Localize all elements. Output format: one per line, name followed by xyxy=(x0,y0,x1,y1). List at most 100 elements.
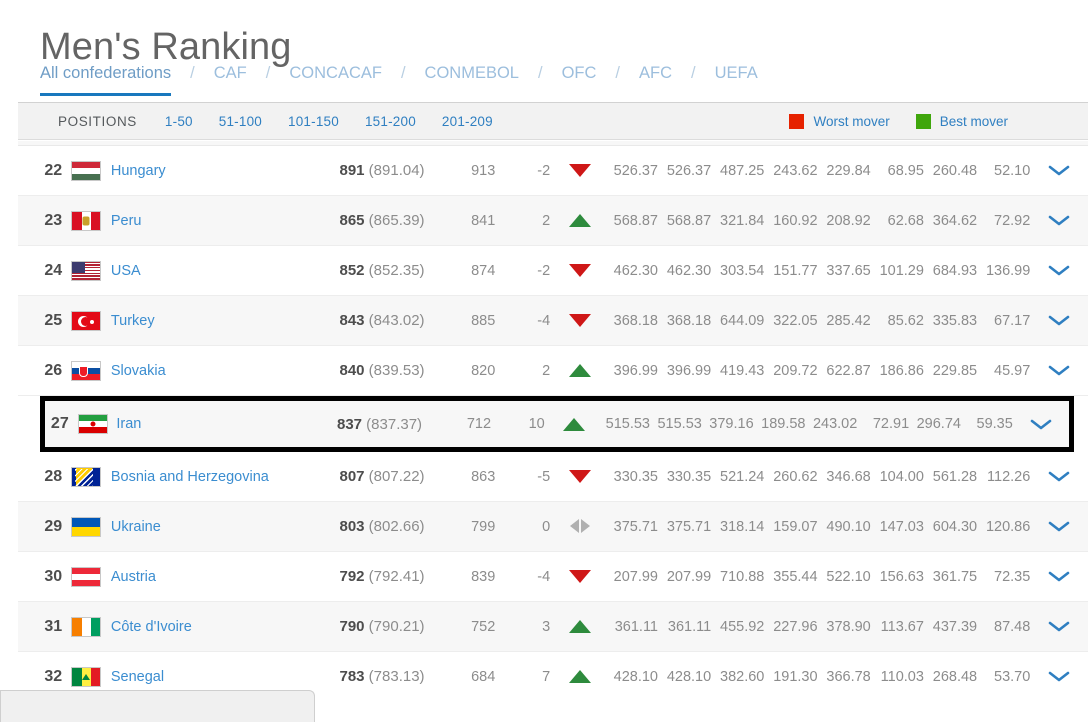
rank-cell: 28 xyxy=(44,467,63,485)
value-cell-6: 147.03 xyxy=(879,518,924,535)
expand-row-button[interactable] xyxy=(1030,470,1088,483)
positions-range-151-200[interactable]: 151-200 xyxy=(365,114,416,129)
chevron-down-icon[interactable] xyxy=(1048,470,1070,483)
previous-points-cell: 799 xyxy=(471,518,496,535)
value-cell-6: 101.29 xyxy=(879,262,924,279)
chevron-down-icon[interactable] xyxy=(1048,214,1070,227)
iran-flag xyxy=(77,414,108,434)
team-name-link[interactable]: Slovakia xyxy=(111,363,291,379)
confederation-tab-caf[interactable]: CAF xyxy=(214,62,247,96)
positions-range-51-100[interactable]: 51-100 xyxy=(219,114,262,129)
chevron-down-icon[interactable] xyxy=(1048,164,1070,177)
table-row[interactable]: 28 Bosnia and Herzegovina 807 (807.22) 863-… xyxy=(18,452,1088,502)
table-row[interactable]: 24 USA 852 (852.35) 874 -2 462.30 462.30 303.54… xyxy=(18,246,1088,296)
expand-row-button[interactable] xyxy=(1030,570,1088,583)
expand-row-button[interactable] xyxy=(1030,520,1088,533)
chevron-down-icon[interactable] xyxy=(1048,620,1070,633)
table-row[interactable]: 25 Turkey 843 (843.02) 885 -4 368.18 368.18 644… xyxy=(18,296,1088,346)
team-name-link[interactable]: USA xyxy=(111,263,291,279)
usa-canton xyxy=(72,261,86,273)
chevron-down-icon[interactable] xyxy=(1048,264,1070,277)
chevron-down-icon[interactable] xyxy=(1048,670,1070,683)
positions-range-1-50[interactable]: 1-50 xyxy=(165,114,193,129)
points-value: 807 xyxy=(339,468,365,485)
team-name-link[interactable]: Senegal xyxy=(111,669,291,685)
value-cell-3: 382.60 xyxy=(720,668,765,685)
value-cell-6: 110.03 xyxy=(880,668,924,685)
rank-change-cell: -4 xyxy=(537,568,551,585)
points-value: 790 xyxy=(339,618,365,635)
flag-cell xyxy=(71,210,111,231)
expand-row-button[interactable] xyxy=(1030,670,1088,683)
confederation-tab-afc[interactable]: AFC xyxy=(639,62,672,96)
team-name-link[interactable]: Ukraine xyxy=(111,519,291,535)
positions-range-101-150[interactable]: 101-150 xyxy=(288,114,339,129)
value-cell-7: 335.83 xyxy=(932,312,978,329)
rank-change-cell: 2 xyxy=(542,212,551,229)
table-row[interactable]: 27 Iran 837 (837.37) 712 10 515.53 515.53 379.1… xyxy=(40,396,1074,452)
value-cell-5: 208.92 xyxy=(826,212,871,229)
team-name-link[interactable]: Côte d'Ivoire xyxy=(111,619,291,635)
previous-points-cell: 885 xyxy=(471,312,496,329)
confederation-tab-conmebol[interactable]: CONMEBOL xyxy=(425,62,519,96)
flag-cell xyxy=(71,466,111,487)
value-cell-2: 428.10 xyxy=(666,668,712,685)
confederation-tab-all-confederations[interactable]: All confederations xyxy=(40,62,172,96)
usa-flag xyxy=(71,260,102,281)
chevron-down-icon[interactable] xyxy=(1048,364,1070,377)
points-value: 843 xyxy=(339,312,365,329)
confederation-tab-concacaf[interactable]: CONCACAF xyxy=(289,62,382,96)
points-exact-value: (783.13) xyxy=(364,668,425,685)
table-row[interactable]: 26 Slovakia 840 (839.53) 820 2 396.99 396.99 41… xyxy=(18,346,1088,396)
rank-cell: 24 xyxy=(44,261,63,279)
expand-row-button[interactable] xyxy=(1030,620,1088,633)
chevron-down-icon[interactable] xyxy=(1048,520,1070,533)
value-cell-8: 45.97 xyxy=(994,362,1031,379)
expand-row-button[interactable] xyxy=(1030,364,1088,377)
team-name-link[interactable]: Peru xyxy=(111,213,291,229)
expand-row-button[interactable] xyxy=(1030,264,1088,277)
table-row[interactable]: 30 Austria 792 (792.41) 839 -4 207.99 207.99 71… xyxy=(18,552,1088,602)
value-cell-2: 568.87 xyxy=(666,212,712,229)
mens-ranking-page: Men's Ranking All confederations / CAF / CON… xyxy=(0,0,1088,722)
table-row[interactable]: 23 Peru 865 (865.39) 841 2 568.87 568.87 321.84… xyxy=(18,196,1088,246)
value-cell-3: 644.09 xyxy=(720,312,765,329)
cote-divoire-flag xyxy=(71,616,102,637)
table-row[interactable]: 22 Hungary 891 (891.04) 913 -2 526.37 526.37 48… xyxy=(18,146,1088,196)
value-cell-7: 260.48 xyxy=(932,162,978,179)
flag-cell xyxy=(71,310,111,331)
team-name-link[interactable]: Hungary xyxy=(111,163,291,179)
team-name-link[interactable]: Turkey xyxy=(111,313,291,329)
expand-row-button[interactable] xyxy=(1030,164,1088,177)
value-cell-7: 361.75 xyxy=(932,568,978,585)
points-exact-value: (843.02) xyxy=(364,312,425,329)
rank-change-cell: 0 xyxy=(542,518,551,535)
confederation-tab-uefa[interactable]: UEFA xyxy=(715,62,758,96)
expand-row-button[interactable] xyxy=(1030,314,1088,327)
chevron-down-icon[interactable] xyxy=(1030,418,1052,431)
confederation-tab-ofc[interactable]: OFC xyxy=(562,62,597,96)
table-row[interactable]: 29 Ukraine 803 (802.66) 799 0 375.71 375.71 318… xyxy=(18,502,1088,552)
positions-range-201-209[interactable]: 201-209 xyxy=(442,114,493,129)
team-name-link[interactable]: Iran xyxy=(116,416,292,432)
flag-cell xyxy=(71,666,111,687)
chevron-down-icon[interactable] xyxy=(1048,570,1070,583)
expand-row-button[interactable] xyxy=(1013,418,1069,431)
value-cell-1: 428.10 xyxy=(613,668,658,685)
expand-row-button[interactable] xyxy=(1030,214,1088,227)
bottom-overlay-panel[interactable] xyxy=(0,690,315,722)
positions-label: POSITIONS xyxy=(58,113,137,129)
table-row[interactable]: 31 Côte d'Ivoire 790 (790.21) 752 3 361.11 361… xyxy=(18,602,1088,652)
value-cell-6: 62.68 xyxy=(887,212,924,229)
value-cell-1: 368.18 xyxy=(613,312,658,329)
team-name-link[interactable]: Austria xyxy=(111,569,291,585)
value-cell-3: 303.54 xyxy=(720,262,765,279)
trend-cell xyxy=(556,570,605,583)
turkey-star xyxy=(90,319,95,324)
chevron-down-icon[interactable] xyxy=(1048,314,1070,327)
value-cell-8: 67.17 xyxy=(994,312,1031,329)
team-name-link[interactable]: Bosnia and Herzegovina xyxy=(111,469,291,485)
value-cell-5: 366.78 xyxy=(826,668,871,685)
ranking-table[interactable]: 22 Hungary 891 (891.04) 913 -2 526.37 526.37 48… xyxy=(18,141,1088,701)
rank-change-cell: -2 xyxy=(537,162,551,179)
